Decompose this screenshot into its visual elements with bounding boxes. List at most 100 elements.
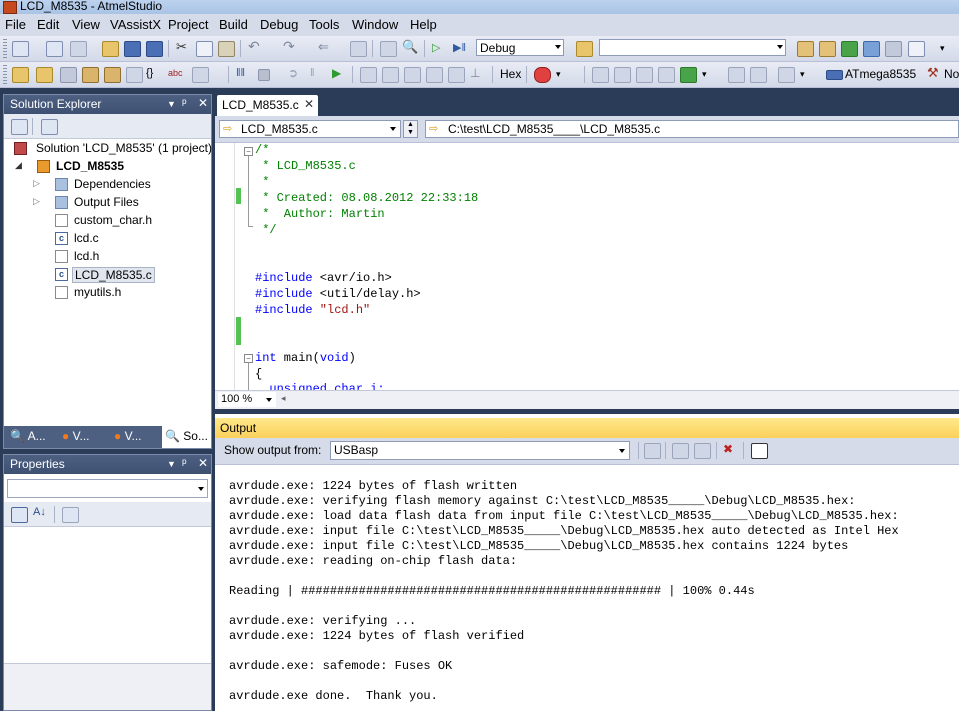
collapsed-icon[interactable]: ▷ bbox=[33, 196, 40, 207]
save-all-icon[interactable] bbox=[146, 41, 163, 57]
device-programming-icon[interactable] bbox=[60, 67, 77, 83]
properties-icon[interactable] bbox=[819, 41, 836, 57]
hex-toggle-button[interactable]: Hex bbox=[500, 67, 521, 81]
property-pages-icon[interactable] bbox=[62, 507, 79, 523]
break-all-icon[interactable]: ‖ bbox=[310, 67, 325, 81]
new-file-icon[interactable] bbox=[12, 67, 29, 83]
paste-icon[interactable] bbox=[218, 41, 235, 57]
expanded-icon[interactable]: ◢ bbox=[15, 160, 22, 171]
menu-build[interactable]: Build bbox=[219, 17, 248, 32]
toolbox-icon[interactable] bbox=[863, 41, 880, 57]
tool-options-icon[interactable] bbox=[778, 67, 795, 83]
start-page-icon[interactable] bbox=[908, 41, 925, 57]
object-browser-icon[interactable] bbox=[841, 41, 858, 57]
menu-view[interactable]: View bbox=[72, 17, 100, 32]
debug-pause-icon[interactable]: ‖‖ bbox=[236, 67, 251, 81]
step-over-icon[interactable] bbox=[404, 67, 421, 83]
properties-view-icon[interactable] bbox=[11, 119, 28, 135]
restart-icon[interactable]: ➲ bbox=[288, 66, 303, 80]
find-in-files-icon[interactable] bbox=[576, 41, 593, 57]
output-source-select[interactable]: USBasp bbox=[330, 441, 630, 460]
save-icon[interactable] bbox=[124, 41, 141, 57]
previous-message-icon[interactable] bbox=[672, 443, 689, 459]
menu-edit[interactable]: Edit bbox=[37, 17, 59, 32]
show-next-statement-icon[interactable] bbox=[360, 67, 377, 83]
close-icon[interactable]: ✕ bbox=[198, 456, 208, 470]
output-text-area[interactable]: avrdude.exe: 1224 bytes of flash written… bbox=[215, 465, 959, 711]
solution-config-icon[interactable] bbox=[380, 41, 397, 57]
io-view-icon[interactable] bbox=[658, 67, 675, 83]
scroll-left-icon[interactable]: ◂ bbox=[281, 393, 286, 404]
collapse-comment-icon[interactable]: − bbox=[244, 147, 253, 156]
find-combo[interactable] bbox=[599, 39, 786, 56]
tab-assembly[interactable]: 🔍 A... bbox=[10, 429, 46, 443]
close-icon[interactable]: ✕ bbox=[198, 96, 208, 110]
configuration-select[interactable]: Debug bbox=[476, 39, 564, 56]
extension-manager-icon[interactable] bbox=[885, 41, 902, 57]
memory-icon[interactable] bbox=[636, 67, 653, 83]
collapse-function-icon[interactable]: − bbox=[244, 354, 253, 363]
tool-menu-icon[interactable]: ▾ bbox=[800, 69, 815, 83]
disassembly-icon[interactable] bbox=[592, 67, 609, 83]
continue-icon[interactable]: ▶ bbox=[332, 66, 347, 80]
toolbar-options-icon[interactable]: ▾ bbox=[940, 43, 955, 57]
build-icon[interactable] bbox=[82, 67, 99, 83]
code-area[interactable]: − − /* * LCD_M8535.c * * Created: 08.08.… bbox=[215, 143, 959, 390]
new-project-icon[interactable] bbox=[12, 41, 29, 57]
pin-icon[interactable]: ᵖ bbox=[182, 456, 187, 470]
menu-tools[interactable]: Tools bbox=[309, 17, 339, 32]
clean-icon[interactable] bbox=[126, 67, 143, 83]
navigate-forward-icon[interactable] bbox=[350, 41, 367, 57]
clear-all-icon[interactable]: ✖ bbox=[723, 442, 738, 456]
add-item-icon[interactable] bbox=[46, 41, 63, 57]
code-snippet-icon[interactable]: {} bbox=[146, 67, 161, 81]
stop-icon[interactable] bbox=[258, 69, 270, 81]
find-icon[interactable]: 🔍 bbox=[402, 39, 418, 54]
categorized-icon[interactable] bbox=[11, 507, 28, 523]
alphabetical-icon[interactable]: A↓ bbox=[33, 506, 48, 520]
start-without-debug-icon[interactable]: ▷ bbox=[432, 41, 447, 55]
word-wrap-icon[interactable] bbox=[751, 443, 768, 459]
toolbar-grip-icon[interactable] bbox=[3, 39, 7, 58]
tab-vassist-2[interactable]: ● V... bbox=[114, 429, 142, 443]
open-file-icon[interactable] bbox=[102, 41, 119, 57]
rebuild-icon[interactable] bbox=[104, 67, 121, 83]
close-tab-icon[interactable]: ✕ bbox=[304, 97, 314, 111]
menu-debug[interactable]: Debug bbox=[260, 17, 298, 32]
solution-explorer-icon[interactable] bbox=[797, 41, 814, 57]
menu-vassistx[interactable]: VAssistX bbox=[110, 17, 161, 32]
spell-check-icon[interactable]: abc bbox=[168, 68, 183, 82]
tool-label[interactable]: No bbox=[944, 67, 959, 81]
menu-project[interactable]: Project bbox=[168, 17, 208, 32]
menu-window[interactable]: Window bbox=[352, 17, 398, 32]
start-debug-break-icon[interactable]: ▶‖ bbox=[453, 41, 468, 55]
add-existing-icon[interactable] bbox=[70, 41, 87, 57]
registers-icon[interactable] bbox=[614, 67, 631, 83]
open-folder-icon[interactable] bbox=[36, 67, 53, 83]
navigate-back-icon[interactable]: ⇐ bbox=[318, 39, 333, 54]
tab-solution-explorer[interactable]: 🔍 So... bbox=[162, 426, 211, 448]
tab-vassist[interactable]: ● V... bbox=[62, 429, 90, 443]
breakpoint-icon[interactable] bbox=[534, 67, 551, 83]
dock-icon[interactable] bbox=[750, 67, 767, 83]
zoom-select[interactable]: 100 % bbox=[218, 392, 276, 407]
menu-file[interactable]: File bbox=[5, 17, 26, 32]
breakpoint-menu-icon[interactable]: ▾ bbox=[556, 69, 571, 83]
panel-menu-icon[interactable]: ▼ bbox=[167, 99, 176, 109]
menu-help[interactable]: Help bbox=[410, 17, 437, 32]
show-all-files-icon[interactable] bbox=[41, 119, 58, 135]
properties-object-select[interactable] bbox=[7, 479, 208, 498]
toolbar-grip-icon[interactable] bbox=[3, 65, 7, 84]
step-into-icon[interactable] bbox=[382, 67, 399, 83]
file-path-select[interactable]: ⇨ C:\test\LCD_M8535____\LCD_M8535.c bbox=[425, 120, 959, 138]
next-message-icon[interactable] bbox=[694, 443, 711, 459]
pin-icon[interactable]: ᵖ bbox=[182, 96, 187, 110]
editor-tab[interactable]: LCD_M8535.c ✕ bbox=[217, 95, 318, 116]
layout-icon[interactable] bbox=[728, 67, 745, 83]
go-to-line-icon[interactable] bbox=[644, 443, 661, 459]
panel-menu-icon[interactable]: ▼ bbox=[167, 459, 176, 469]
cut-icon[interactable]: ✂ bbox=[176, 39, 191, 54]
copy-icon[interactable] bbox=[196, 41, 213, 57]
processor-icon[interactable] bbox=[680, 67, 697, 83]
collapsed-icon[interactable]: ▷ bbox=[33, 178, 40, 189]
